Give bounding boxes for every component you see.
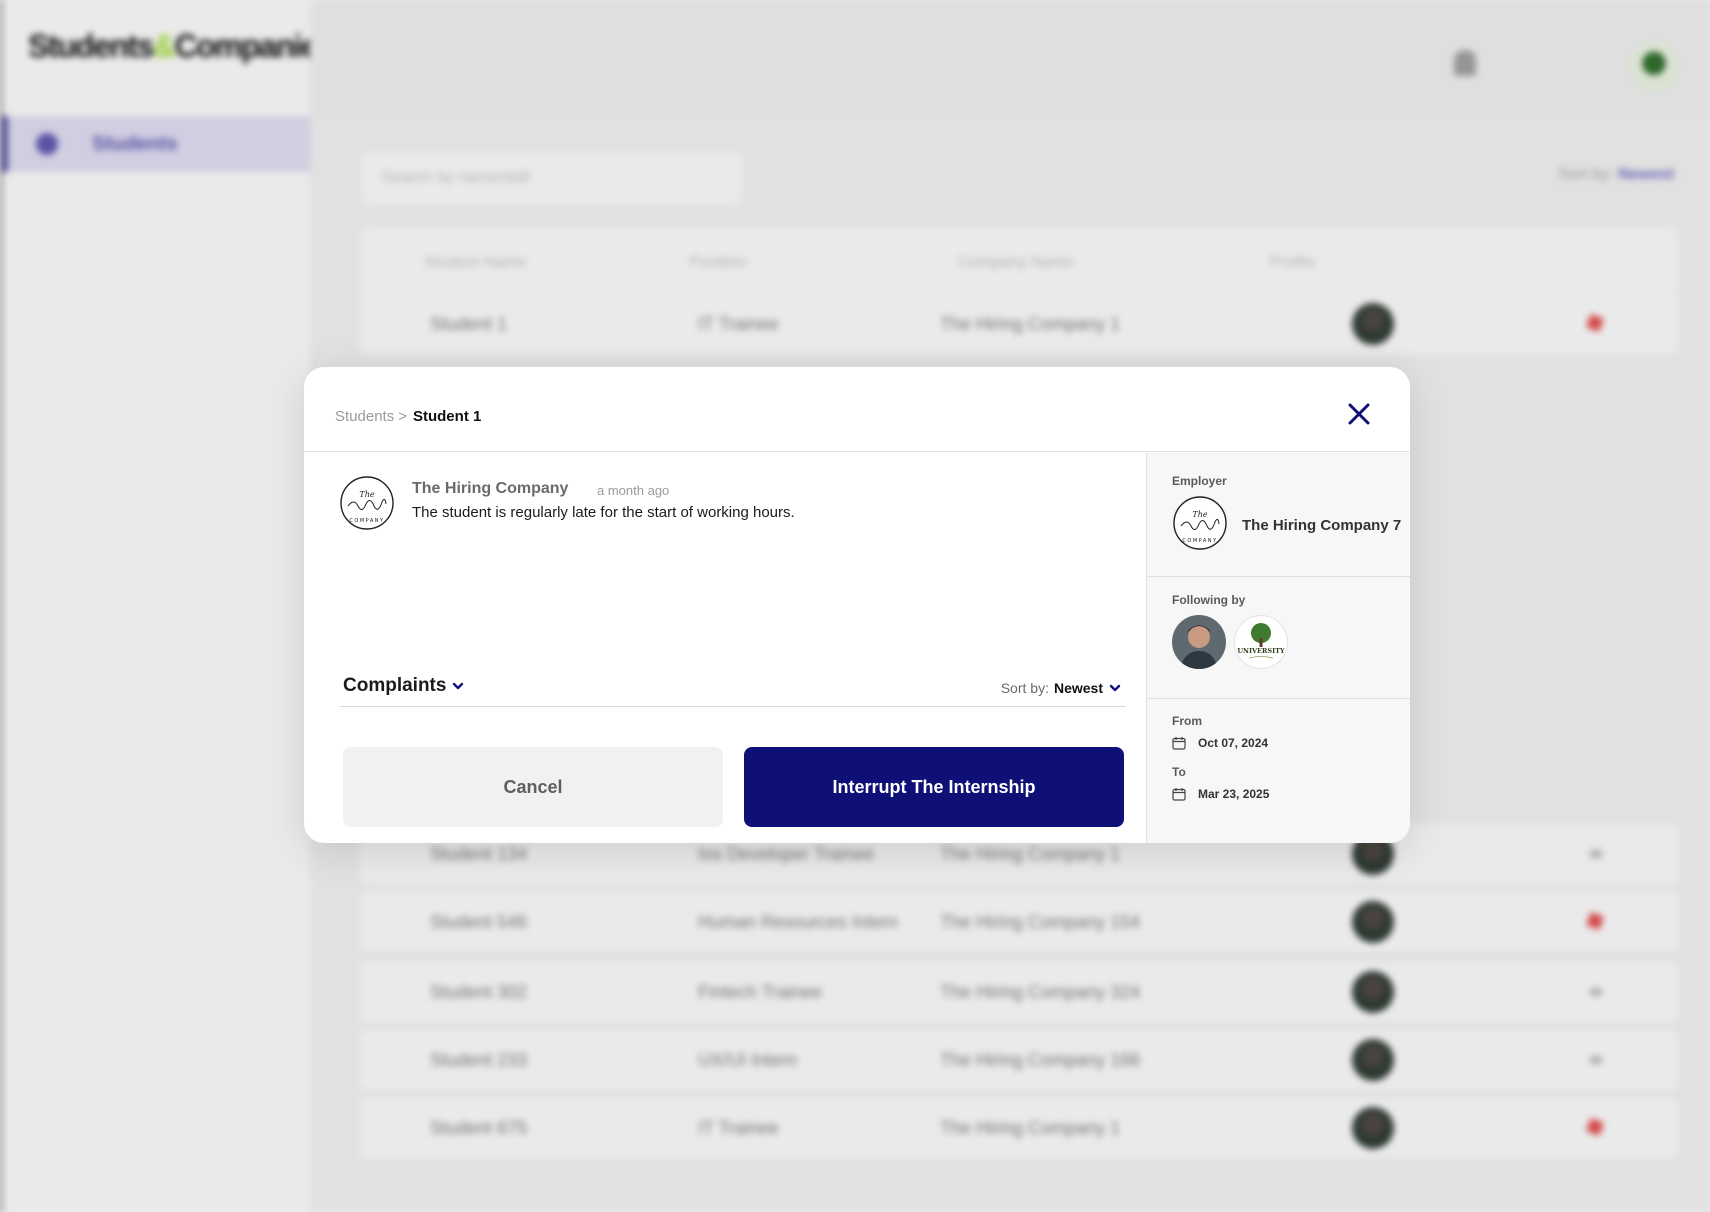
from-date: Oct 07, 2024 (1198, 736, 1269, 750)
svg-text:COMPANY: COMPANY (1182, 538, 1217, 544)
following-section: Following by UNIVERSITY (1147, 577, 1410, 699)
employer-logo: The COMPANY (1173, 496, 1227, 550)
close-icon[interactable] (1346, 401, 1372, 427)
complaint-time: a month ago (597, 483, 670, 498)
complaints-dropdown[interactable]: Complaints (343, 675, 464, 697)
company-logo: The COMPANY (340, 476, 394, 530)
from-date-row: Oct 07, 2024 (1172, 736, 1268, 750)
student-details-modal: Students > Student 1 The COMPANY The Hirin… (304, 367, 1410, 843)
internship-details-panel: Employer The COMPANY The Hiring Company … (1146, 453, 1410, 843)
svg-text:The: The (359, 490, 374, 499)
following-label: Following by (1172, 593, 1246, 607)
svg-text:COMPANY: COMPANY (349, 518, 384, 524)
svg-text:UNIVERSITY: UNIVERSITY (1237, 647, 1285, 655)
breadcrumb-current: Student 1 (412, 408, 482, 425)
from-label: From (1172, 714, 1202, 728)
calendar-icon (1172, 737, 1186, 750)
svg-text:The: The (1192, 510, 1207, 519)
sort-label: Sort by: (1000, 680, 1049, 696)
breadcrumb-students-link[interactable]: Students (335, 408, 394, 425)
chevron-down-icon (1109, 684, 1121, 692)
chevron-down-icon (453, 682, 464, 690)
to-date: Mar 23, 2025 (1198, 787, 1270, 801)
to-label: To (1172, 765, 1186, 779)
modal-header: Students > Student 1 (304, 367, 1410, 452)
complaints-pane: The COMPANY The Hiring Company a month a… (304, 453, 1146, 843)
interrupt-internship-button[interactable]: Interrupt The Internship (744, 747, 1124, 827)
internship-dates-section: From Oct 07, 2024 To Mar 23, 2025 (1147, 699, 1410, 843)
cancel-button[interactable]: Cancel (343, 747, 723, 827)
breadcrumb-separator: > (398, 408, 407, 425)
complaint-text: The student is regularly late for the st… (412, 504, 795, 521)
calendar-icon (1172, 788, 1186, 801)
employer-name[interactable]: The Hiring Company 7 (1242, 517, 1401, 534)
follower-avatar-university[interactable]: UNIVERSITY (1234, 615, 1288, 669)
employer-label: Employer (1172, 474, 1227, 488)
complaints-sort-select[interactable]: Sort by: Newest (1001, 680, 1121, 696)
breadcrumb: Students > Student 1 (335, 408, 481, 425)
sort-value: Newest (1053, 680, 1103, 696)
employer-section: Employer The COMPANY The Hiring Company … (1147, 453, 1410, 577)
follower-avatar-person[interactable] (1172, 615, 1226, 669)
to-date-row: Mar 23, 2025 (1172, 787, 1269, 801)
complaint-author: The Hiring Company (412, 480, 569, 497)
complaints-label: Complaints (343, 675, 447, 696)
complaints-toolbar: Complaints Sort by: Newest (340, 673, 1126, 707)
